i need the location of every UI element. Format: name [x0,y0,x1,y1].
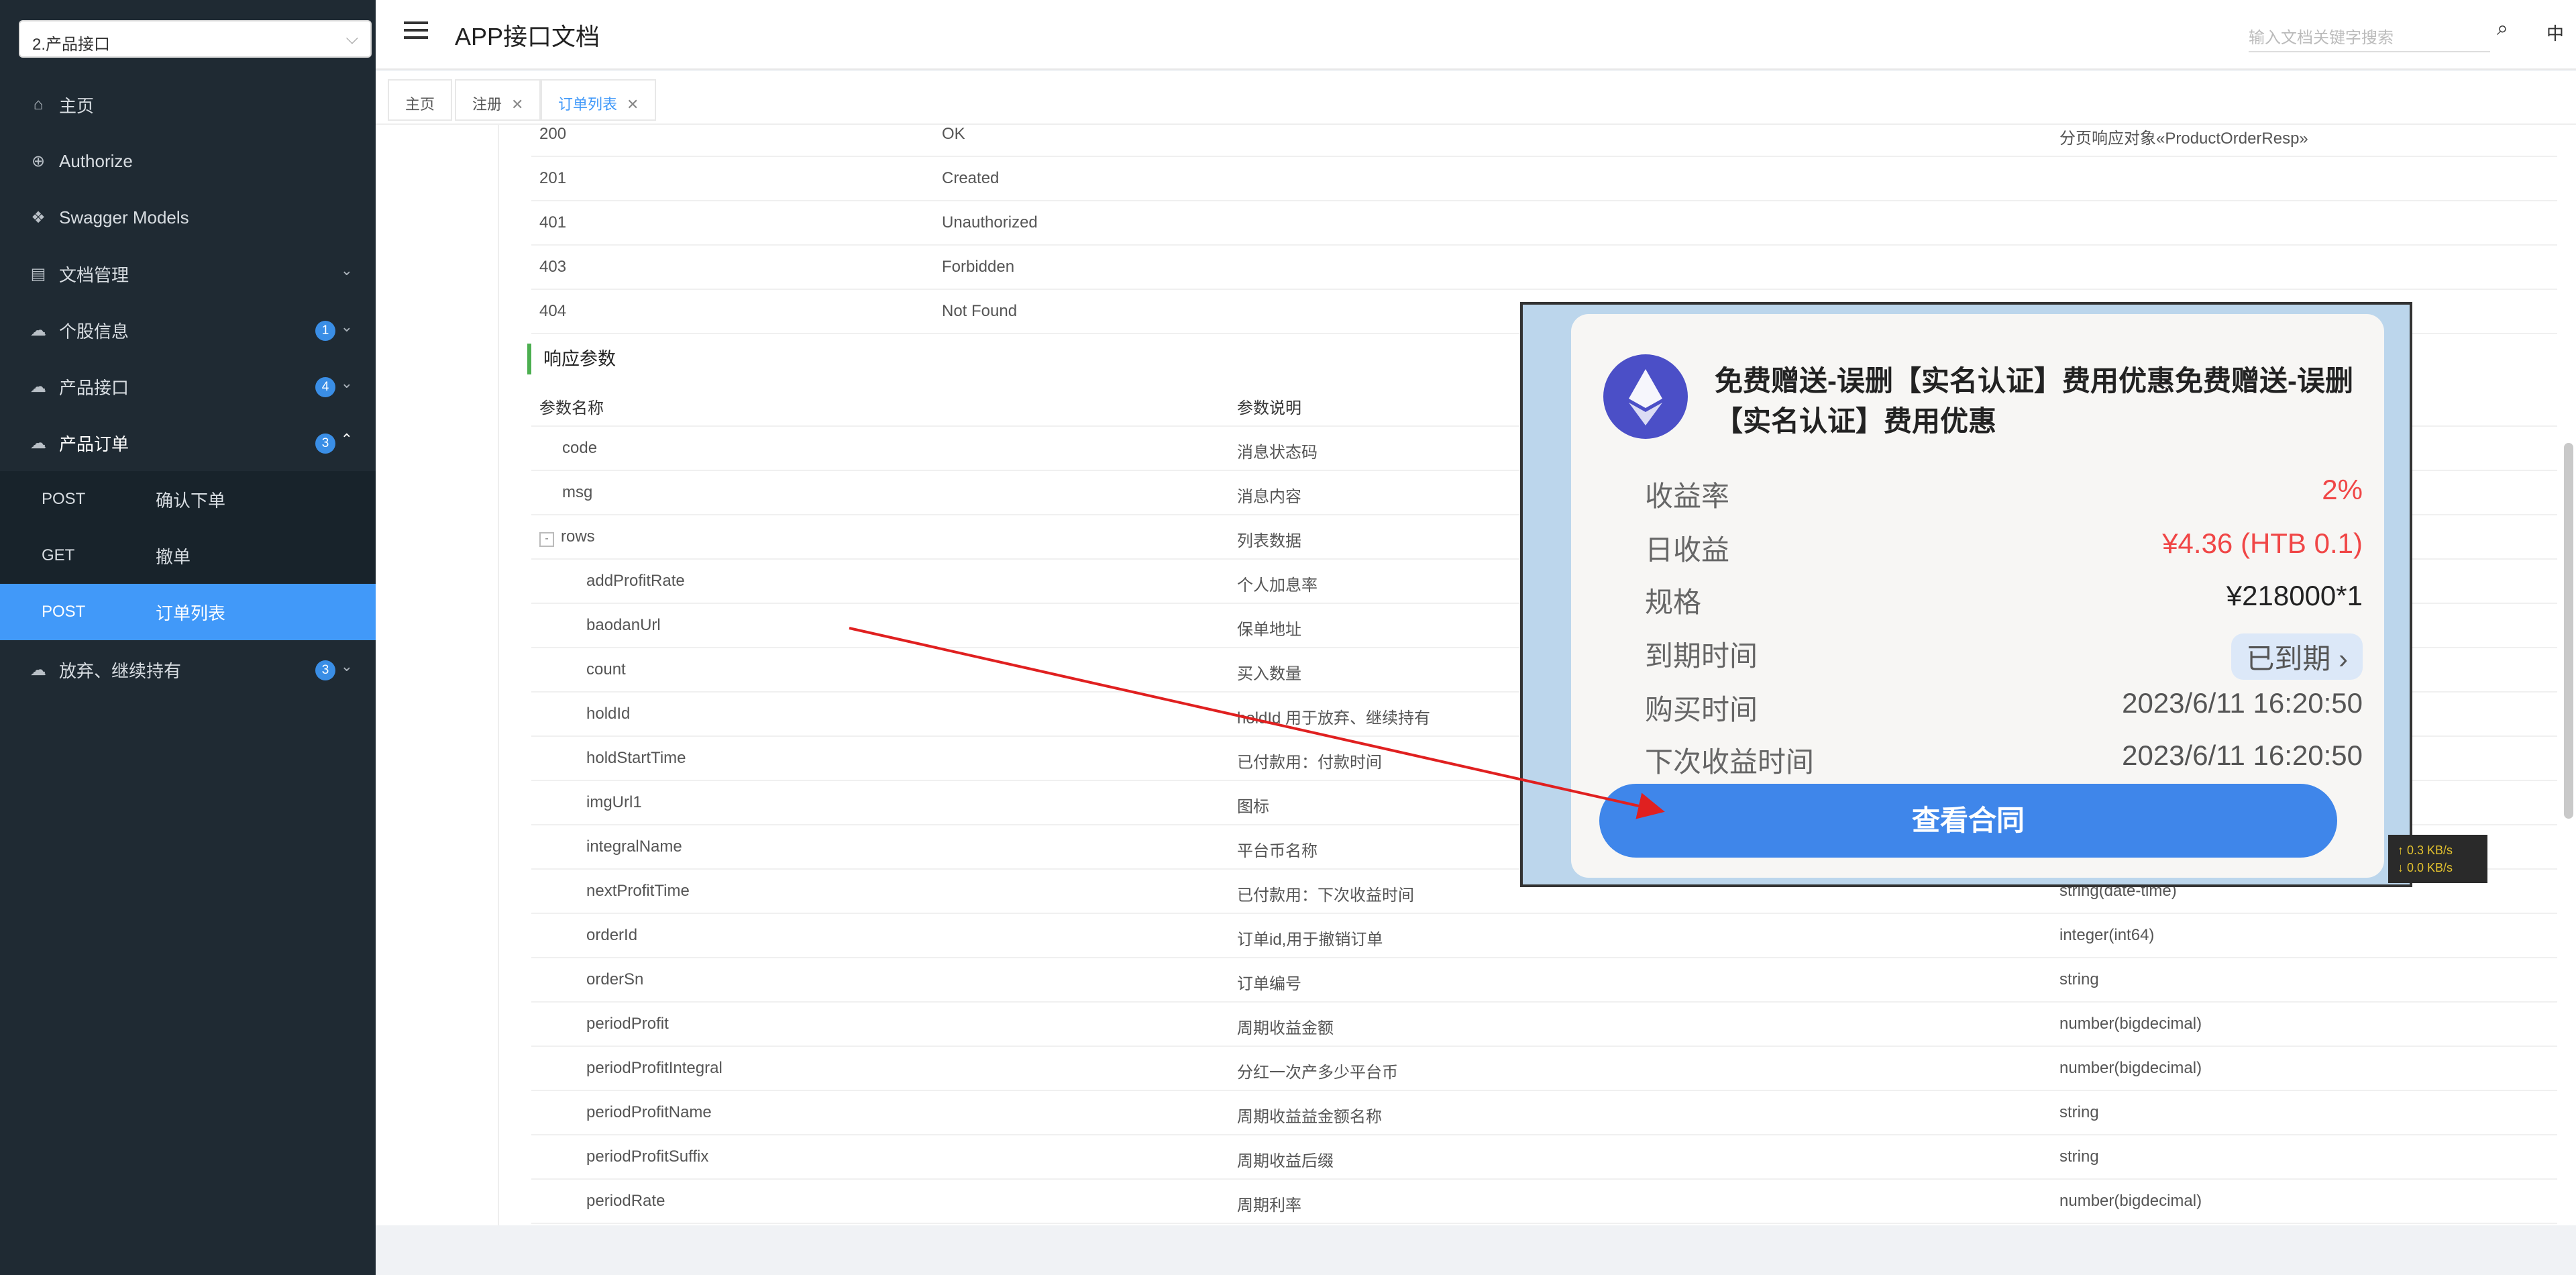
annotation-arrow [849,627,1665,819]
